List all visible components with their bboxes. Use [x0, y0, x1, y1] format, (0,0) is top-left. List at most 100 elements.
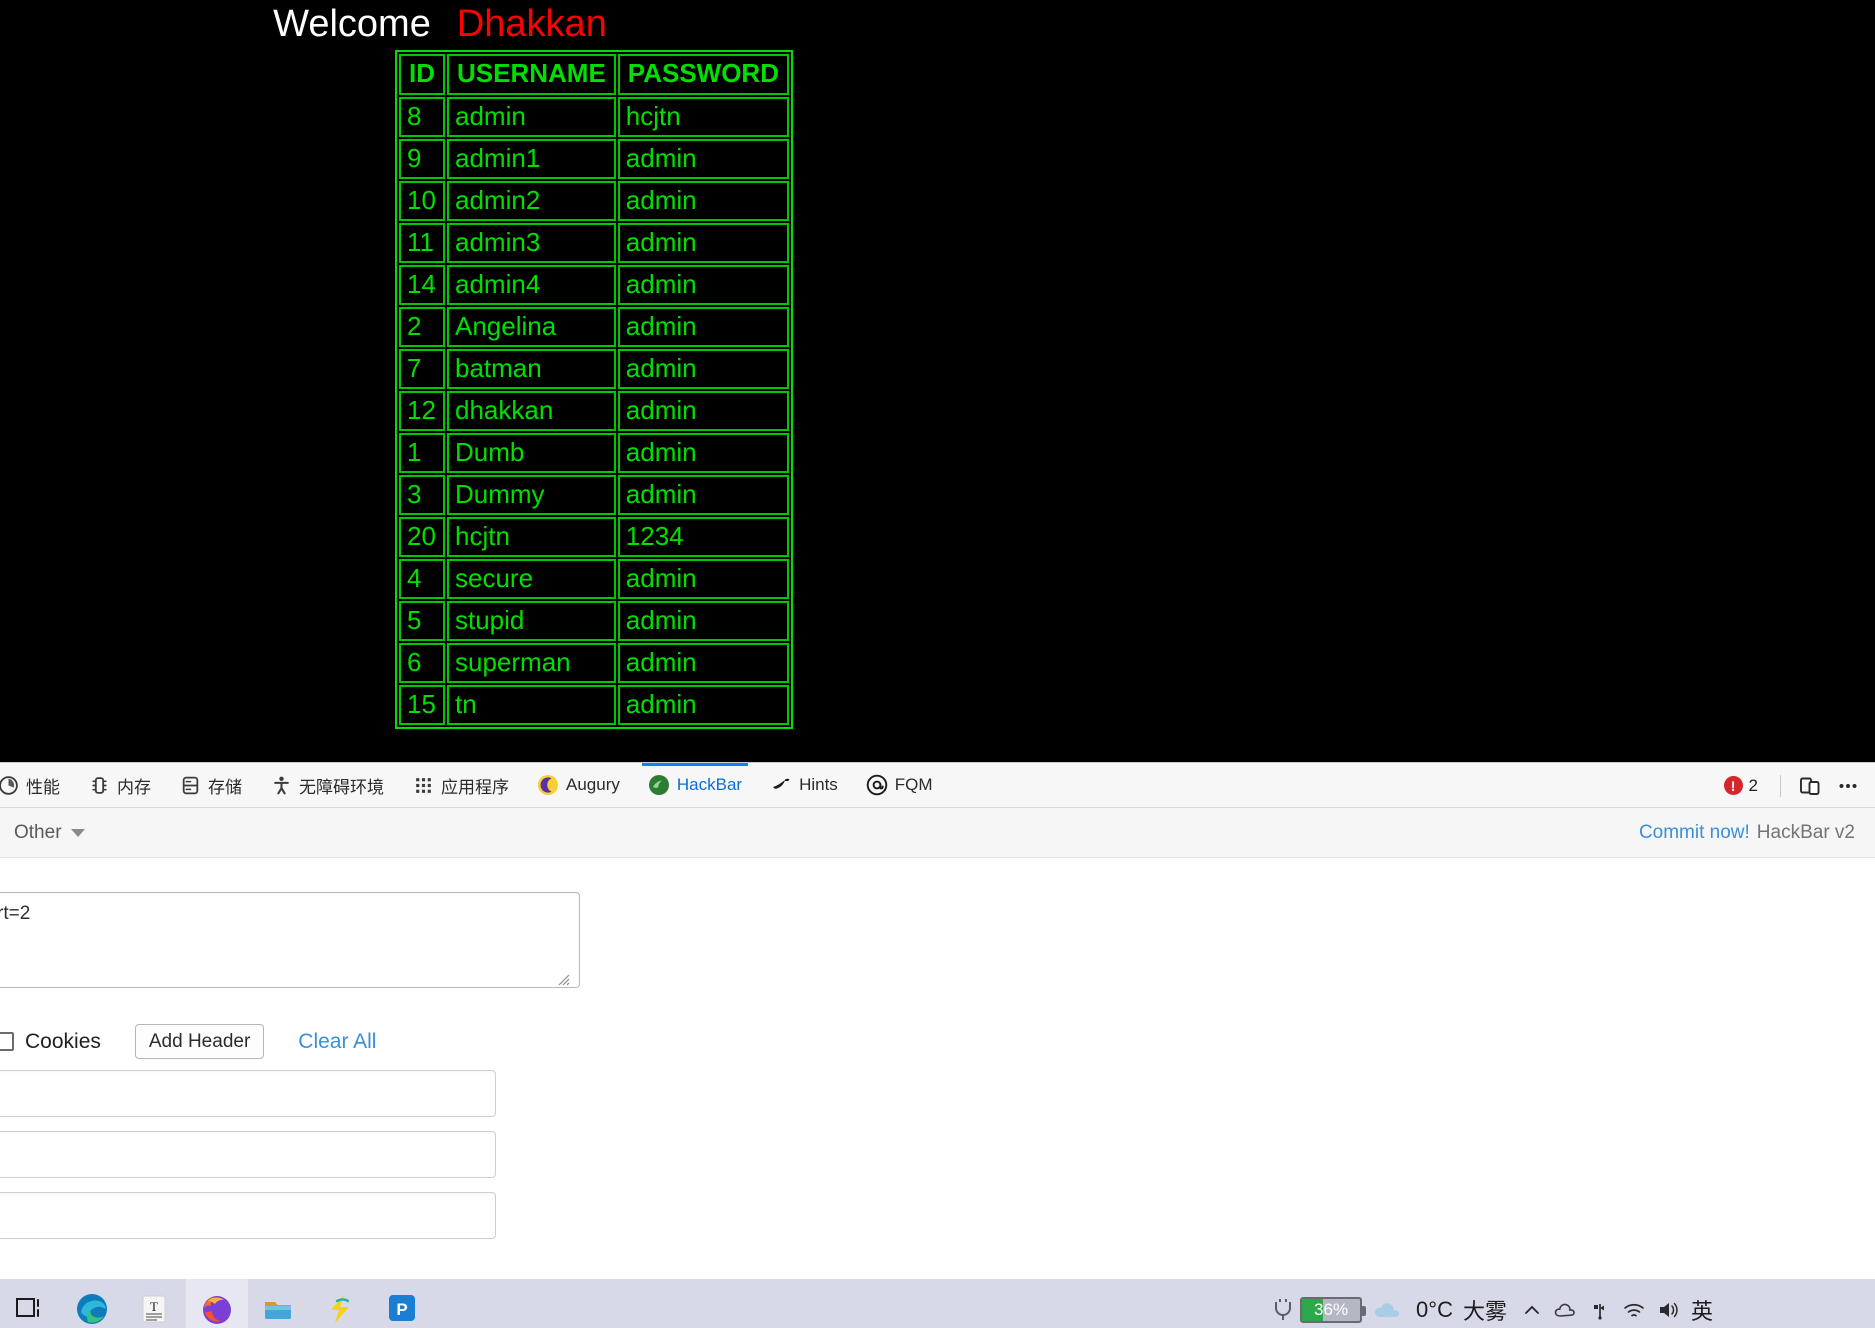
- cell-username: dhakkan: [447, 391, 616, 431]
- cell-id: 12: [399, 391, 445, 431]
- cell-id: 11: [399, 223, 445, 263]
- ime-language-indicator[interactable]: 英: [1691, 1294, 1713, 1326]
- table-head: ID USERNAME PASSWORD: [399, 54, 789, 95]
- welcome-username: Dhakkan: [456, 3, 607, 45]
- table-row: 8 admin hcjtn: [399, 97, 789, 137]
- taskbar-item-edge[interactable]: [62, 1279, 124, 1328]
- cell-username: stupid: [447, 601, 616, 641]
- tab-hints[interactable]: Hints: [756, 763, 852, 808]
- more-options-icon[interactable]: [1831, 769, 1865, 803]
- column-header-username: USERNAME: [447, 54, 616, 95]
- post-body-textarea[interactable]: [0, 892, 580, 988]
- taskbar-item-typora[interactable]: T: [124, 1279, 186, 1328]
- cell-username: admin3: [447, 223, 616, 263]
- commit-now-link[interactable]: Commit now!: [1639, 822, 1750, 844]
- battery-gauge: 36%: [1300, 1296, 1367, 1323]
- tab-label: Augury: [566, 775, 620, 794]
- performance-icon: [0, 774, 19, 796]
- cell-id: 9: [399, 139, 445, 179]
- table-row: 9 admin1 admin: [399, 139, 789, 179]
- cookies-label: Cookies: [25, 1029, 101, 1053]
- tab-hackbar[interactable]: HackBar: [634, 762, 756, 808]
- add-header-button[interactable]: Add Header: [134, 1024, 265, 1059]
- tab-storage[interactable]: 存储: [165, 763, 256, 808]
- cell-password: admin: [617, 475, 789, 515]
- cell-username: superman: [447, 643, 616, 683]
- temperature-label: 0°C: [1416, 1296, 1453, 1322]
- cell-username: admin: [447, 97, 616, 137]
- table-row: 4 secure admin: [399, 559, 789, 599]
- cell-id: 4: [399, 559, 445, 599]
- table-row: 1 Dumb admin: [399, 433, 789, 473]
- windows-taskbar: T P 36% 0°C 大雾 英: [0, 1279, 1875, 1328]
- tab-accessibility[interactable]: 无障碍环境: [256, 763, 398, 808]
- tab-fqm[interactable]: FQM: [852, 763, 947, 808]
- table-row: 2 Angelina admin: [399, 307, 789, 347]
- cell-id: 20: [399, 517, 445, 557]
- cell-username: secure: [447, 559, 616, 599]
- typora-icon: T: [137, 1292, 173, 1328]
- onedrive-cloud-icon[interactable]: [1549, 1292, 1583, 1328]
- cell-id: 15: [399, 685, 445, 725]
- taskbar-item-firefox[interactable]: [186, 1279, 248, 1328]
- volume-icon[interactable]: [1651, 1292, 1685, 1328]
- taskbar-item-thunder[interactable]: [310, 1279, 372, 1328]
- hackbar-toolbar: Other Commit now! HackBar v2: [0, 808, 1875, 858]
- toolbar-divider: [1780, 774, 1781, 797]
- power-plug-icon: [1275, 1298, 1292, 1320]
- tab-augury[interactable]: Augury: [523, 763, 634, 808]
- cell-id: 8: [399, 97, 445, 137]
- cell-password: admin: [617, 643, 789, 683]
- table-row: 14 admin4 admin: [399, 265, 789, 305]
- taskbar-item-explorer[interactable]: [248, 1279, 310, 1328]
- taskbar-item-pycharm[interactable]: P: [372, 1279, 434, 1328]
- error-count-label: 2: [1748, 775, 1758, 795]
- tab-label: HackBar: [676, 775, 743, 794]
- tab-memory[interactable]: 内存: [74, 763, 165, 808]
- taskbar-item-task-view[interactable]: [0, 1279, 62, 1328]
- thunder-download-icon: [323, 1292, 359, 1328]
- taskbar-app-list: T P: [0, 1279, 434, 1328]
- cell-password: admin: [617, 307, 789, 347]
- table-header-row: ID USERNAME PASSWORD: [399, 54, 789, 95]
- cell-password: admin: [617, 601, 789, 641]
- responsive-design-mode-icon[interactable]: [1793, 769, 1827, 803]
- table-body: 8 admin hcjtn 9 admin1 admin 10 admin2 admin 11 ad…: [399, 97, 789, 725]
- clear-all-link[interactable]: Clear All: [298, 1030, 376, 1054]
- tab-application[interactable]: 应用程序: [398, 763, 523, 808]
- cell-password: admin: [617, 139, 789, 179]
- show-hidden-icons-chevron[interactable]: [1515, 1292, 1549, 1328]
- table-row: 6 superman admin: [399, 643, 789, 683]
- hackbar-body: Cookies Add Header Clear All: [0, 858, 1875, 1328]
- header-field-1[interactable]: [0, 1070, 496, 1117]
- weather-condition-label: 大雾: [1462, 1298, 1507, 1324]
- cell-username: admin4: [447, 265, 616, 305]
- cell-password: admin: [617, 265, 789, 305]
- cell-username: Dummy: [447, 475, 616, 515]
- http-method-select[interactable]: Other: [14, 822, 85, 844]
- augury-moon-icon: [537, 774, 559, 796]
- cell-password: hcjtn: [617, 97, 789, 137]
- weather-widget[interactable]: 0°C 大雾: [1372, 1294, 1507, 1326]
- tab-label: 内存: [117, 777, 151, 797]
- usb-device-icon[interactable]: [1583, 1292, 1617, 1328]
- header-field-2[interactable]: [0, 1131, 496, 1178]
- cell-username: tn: [447, 685, 616, 725]
- hints-icon: [770, 774, 792, 796]
- table-row: 12 dhakkan admin: [399, 391, 789, 431]
- cookies-checkbox[interactable]: [0, 1032, 14, 1051]
- error-count-badge[interactable]: ! 2: [1714, 776, 1768, 796]
- tab-performance[interactable]: 性能: [0, 763, 74, 808]
- chevron-down-icon: [70, 828, 85, 837]
- tab-label: 应用程序: [441, 777, 509, 797]
- memory-icon: [88, 774, 110, 796]
- cell-id: 10: [399, 181, 445, 221]
- battery-indicator[interactable]: 36%: [1271, 1296, 1367, 1323]
- firefox-browser-icon: [199, 1292, 235, 1328]
- cell-id: 6: [399, 643, 445, 683]
- cell-username: hcjtn: [447, 517, 616, 557]
- header-field-3[interactable]: [0, 1192, 496, 1239]
- network-wifi-icon[interactable]: [1617, 1292, 1651, 1328]
- tray-icons: [1515, 1292, 1685, 1328]
- page-title: Welcome Dhakkan: [0, 2, 880, 46]
